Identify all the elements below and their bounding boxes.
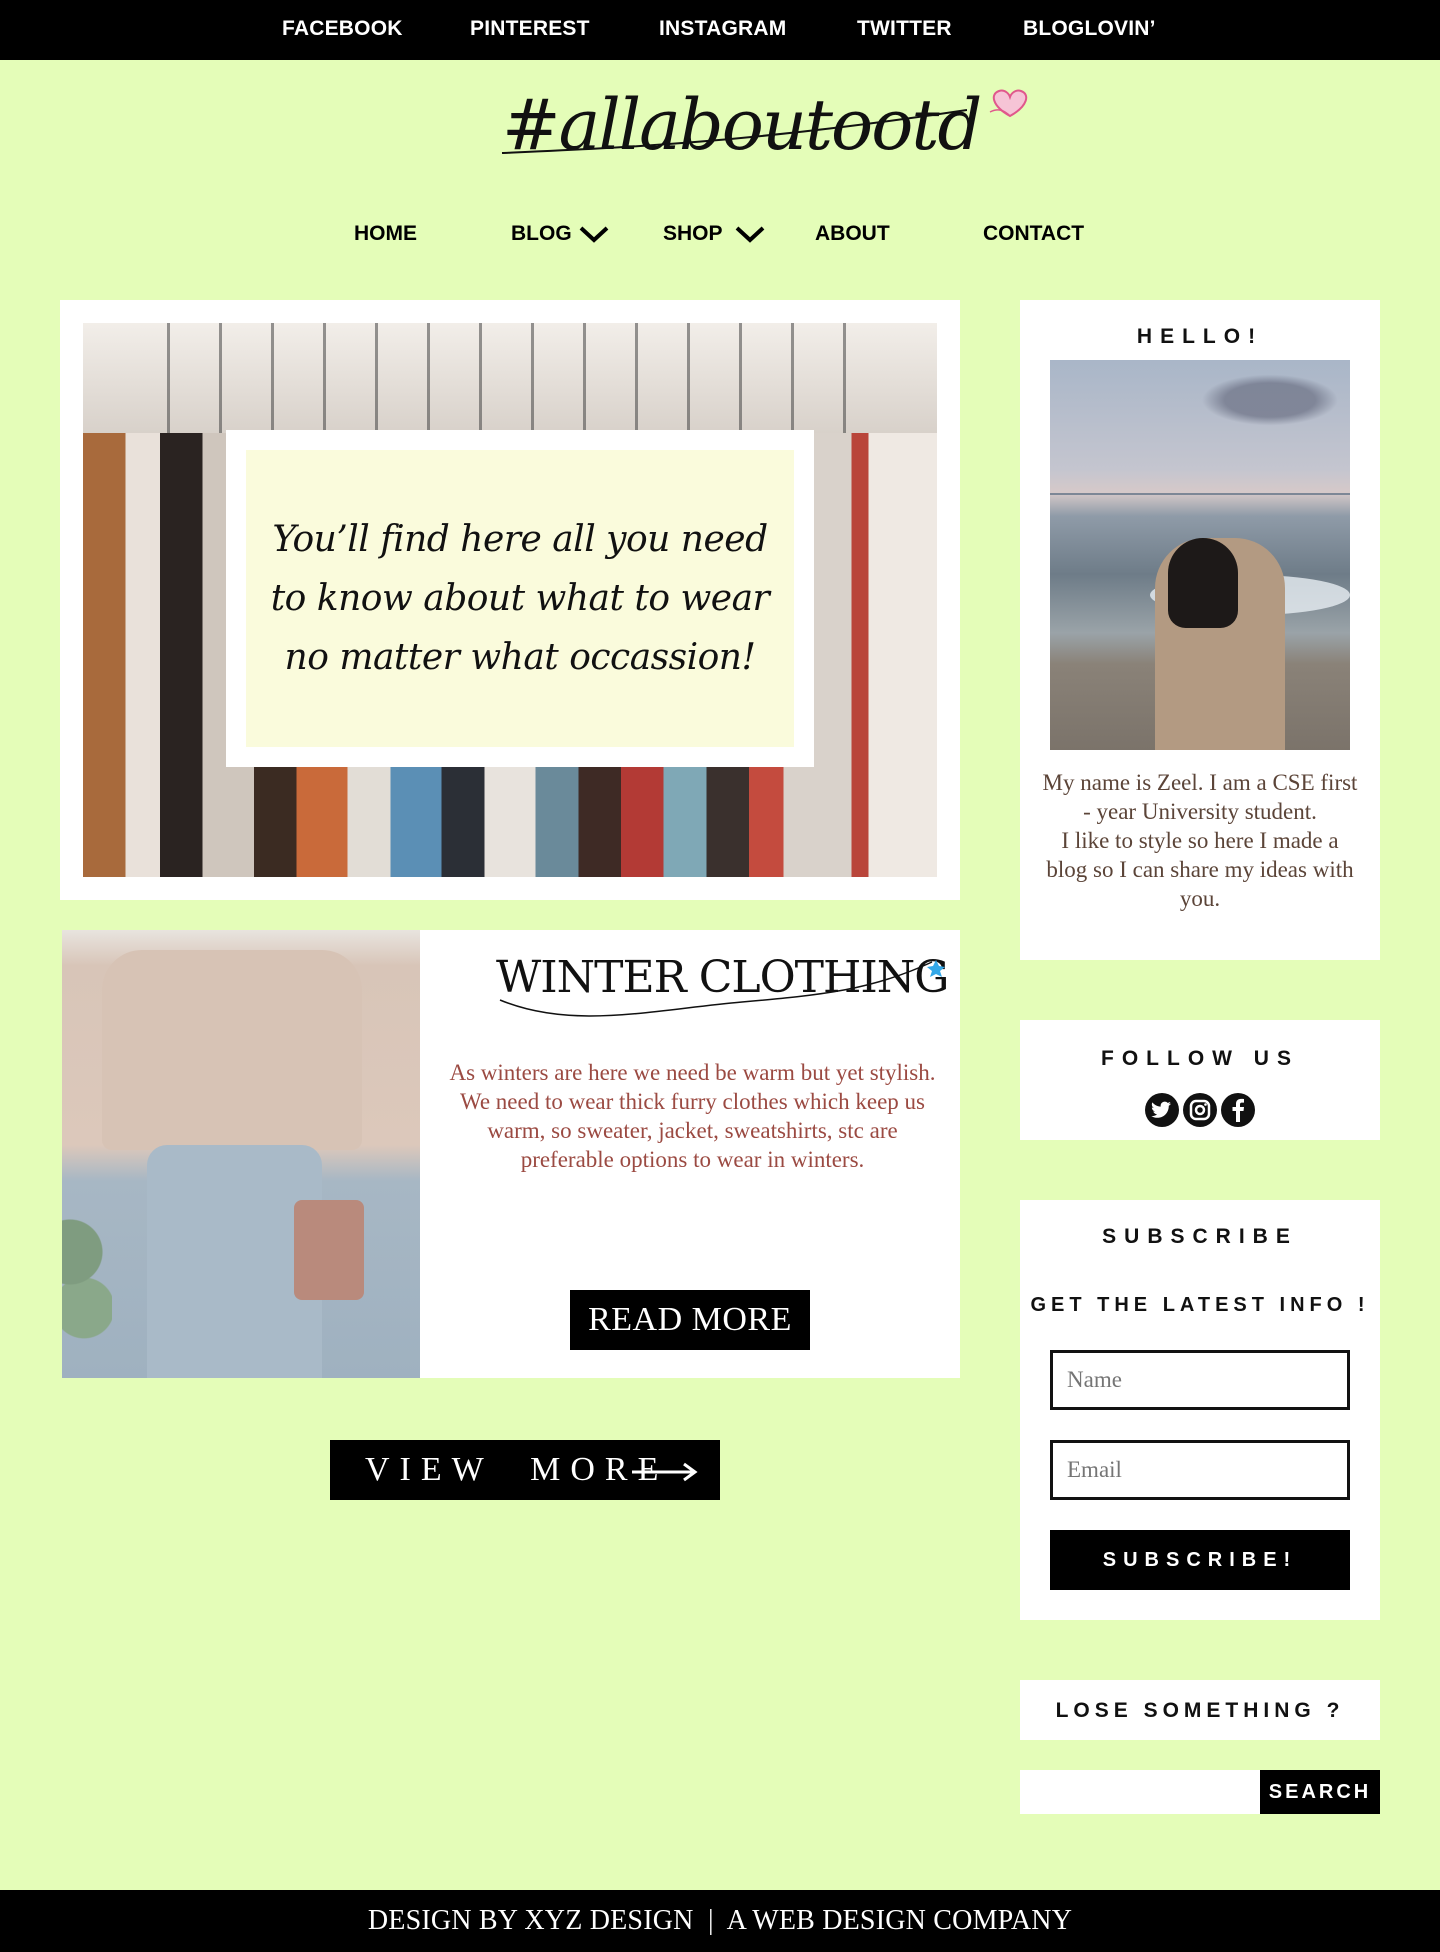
title-swash xyxy=(499,960,945,1017)
nav-shop[interactable]: SHOP xyxy=(663,222,723,246)
nav-home[interactable]: HOME xyxy=(354,222,417,246)
nav-blog[interactable]: BLOG xyxy=(511,222,572,246)
nav-about[interactable]: ABOUT xyxy=(815,222,890,246)
post-winter-outfit-image[interactable] xyxy=(62,930,420,1378)
footer-credit: DESIGN BY XYZ DESIGN | A WEB DESIGN COMP… xyxy=(367,1905,1073,1936)
hero-clothing-rack-image: You’ll find here all you need to know ab… xyxy=(83,323,937,877)
read-more-button[interactable]: READ MORE xyxy=(570,1290,810,1350)
view-more-button[interactable]: VIEW MORE xyxy=(330,1440,720,1500)
search-title: LOSE SOMETHING ? xyxy=(1055,1699,1345,1722)
instagram-icon[interactable] xyxy=(1183,1093,1217,1127)
hello-title: HELLO! xyxy=(1136,325,1264,348)
facebook-link[interactable]: FACEBOOK xyxy=(282,17,403,41)
email-field[interactable] xyxy=(1050,1440,1350,1500)
post-card: WINTER CLOTHING As winters are here we n… xyxy=(62,930,960,1378)
hero-quote-card: You’ll find here all you need to know ab… xyxy=(226,430,814,767)
sidebar-hello: HELLO! My name is Zeel. I am a CSE first… xyxy=(1020,300,1380,960)
facebook-icon[interactable] xyxy=(1221,1093,1255,1127)
site-logo[interactable]: #allaboutootd xyxy=(497,88,982,183)
heart-icon xyxy=(989,89,1028,118)
post-excerpt: As winters are here we need be warm but … xyxy=(449,1060,936,1172)
search-button[interactable]: SEARCH xyxy=(1260,1770,1380,1814)
footer: DESIGN BY XYZ DESIGN | A WEB DESIGN COMP… xyxy=(0,1890,1440,1952)
twitter-icon[interactable] xyxy=(1145,1093,1179,1127)
sidebar-subscribe: SUBSCRIBE GET THE LATEST INFO ! SUBSCRIB… xyxy=(1020,1200,1380,1620)
nav-contact[interactable]: CONTACT xyxy=(983,222,1084,246)
subscribe-subtitle: GET THE LATEST INFO ! xyxy=(1030,1294,1370,1316)
author-photo xyxy=(1050,360,1350,750)
chevron-down-icon[interactable] xyxy=(734,222,766,246)
sidebar-search-header: LOSE SOMETHING ? xyxy=(1020,1680,1380,1740)
sidebar-follow: FOLLOW US xyxy=(1020,1020,1380,1140)
twitter-link[interactable]: TWITTER xyxy=(857,17,952,41)
instagram-link[interactable]: INSTAGRAM xyxy=(659,17,786,41)
hero-quote: You’ll find here all you need to know ab… xyxy=(270,519,770,678)
author-bio: My name is Zeel. I am a CSE first - year… xyxy=(1042,770,1358,911)
logo-swash xyxy=(501,109,967,154)
arrow-right-icon xyxy=(632,1462,698,1482)
follow-title: FOLLOW US xyxy=(1101,1047,1299,1070)
bloglovin-link[interactable]: BLOGLOVIN’ xyxy=(1023,17,1156,41)
social-icons xyxy=(1145,1093,1255,1127)
chevron-down-icon[interactable] xyxy=(578,222,610,246)
subscribe-button[interactable]: SUBSCRIBE! xyxy=(1050,1530,1350,1590)
name-field[interactable] xyxy=(1050,1350,1350,1410)
pinterest-link[interactable]: PINTEREST xyxy=(470,17,590,41)
search-input[interactable] xyxy=(1020,1770,1260,1814)
hero-banner: You’ll find here all you need to know ab… xyxy=(60,300,960,900)
social-topbar: FACEBOOK PINTEREST INSTAGRAM TWITTER BLO… xyxy=(0,0,1440,60)
subscribe-title: SUBSCRIBE xyxy=(1102,1225,1298,1248)
view-more-label: VIEW MORE xyxy=(365,1451,669,1488)
